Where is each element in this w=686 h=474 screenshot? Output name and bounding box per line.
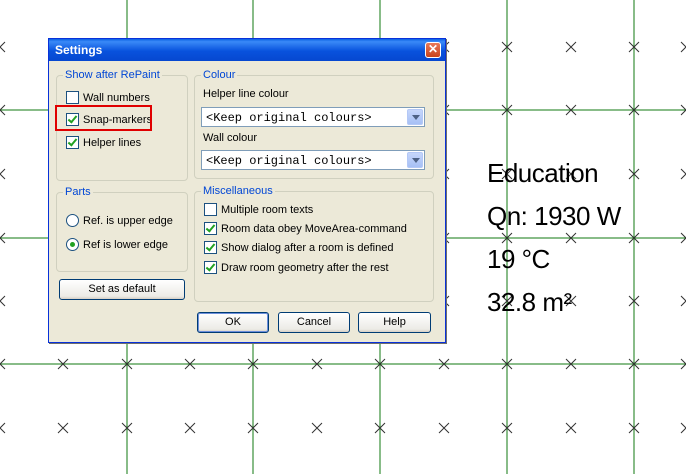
show-dialog-check[interactable]: [204, 241, 217, 254]
x-snap-marker-icon: [0, 41, 6, 53]
settings-dialog: Settings ✕ Show after RePaint Wall numbe…: [48, 38, 446, 343]
x-snap-marker-icon: [311, 422, 323, 434]
dialog-titlebar[interactable]: Settings ✕: [49, 39, 445, 61]
room-load: Qn: 1930 W: [487, 201, 621, 231]
ref-lower-edge-label: Ref is lower edge: [83, 239, 168, 251]
miscellaneous-legend: Miscellaneous: [201, 184, 275, 198]
show-after-repaint-legend: Show after RePaint: [63, 68, 162, 82]
x-snap-marker-icon: [680, 422, 686, 434]
wall-colour-value: <Keep original colours>: [206, 154, 372, 168]
x-snap-marker-icon: [0, 168, 6, 180]
multiple-room-texts-check[interactable]: [204, 203, 217, 216]
multiple-room-texts-checkbox[interactable]: Multiple room texts: [204, 203, 313, 217]
snap-markers-highlight: [55, 105, 152, 131]
room-temperature: 19 °C: [487, 244, 550, 274]
helper-lines-checkbox[interactable]: Helper lines: [66, 136, 141, 150]
room-label: Education Qn: 1930 W 19 °C 32.8 m²: [487, 152, 621, 324]
x-snap-marker-icon: [57, 422, 69, 434]
room-data-obey-checkbox[interactable]: Room data obey MoveArea-command: [204, 222, 407, 236]
help-button[interactable]: Help: [358, 312, 431, 333]
x-snap-marker-icon: [565, 41, 577, 53]
helper-lines-label: Helper lines: [83, 137, 142, 149]
helper-line-colour-label: Helper line colour: [203, 88, 289, 100]
helper-lines-check[interactable]: [66, 136, 79, 149]
ok-button[interactable]: OK: [197, 312, 269, 333]
room-data-obey-label: Room data obey MoveArea-command: [221, 223, 407, 235]
colour-legend: Colour: [201, 68, 238, 82]
wall-colour-select[interactable]: <Keep original colours>: [201, 150, 425, 170]
x-snap-marker-icon: [438, 422, 450, 434]
room-name: Education: [487, 158, 599, 188]
chevron-down-icon[interactable]: [407, 109, 423, 125]
ref-upper-edge-radio-dot[interactable]: [66, 214, 79, 227]
wall-numbers-checkbox[interactable]: Wall numbers: [66, 91, 150, 105]
helper-line-colour-value: <Keep original colours>: [206, 111, 372, 125]
ref-lower-edge-radio[interactable]: Ref is lower edge: [66, 238, 168, 252]
wall-numbers-check[interactable]: [66, 91, 79, 104]
cancel-button[interactable]: Cancel: [278, 312, 350, 333]
ref-upper-edge-label: Ref. is upper edge: [83, 215, 173, 227]
wall-colour-label: Wall colour: [203, 132, 257, 144]
close-icon[interactable]: ✕: [425, 42, 441, 58]
x-snap-marker-icon: [0, 422, 6, 434]
parts-group: Parts: [56, 185, 188, 272]
dialog-title: Settings: [55, 43, 103, 57]
x-snap-marker-icon: [680, 168, 686, 180]
show-dialog-checkbox[interactable]: Show dialog after a room is defined: [204, 241, 393, 255]
draw-room-geometry-label: Draw room geometry after the rest: [221, 262, 389, 274]
set-as-default-button[interactable]: Set as default: [59, 279, 185, 300]
x-snap-marker-icon: [680, 295, 686, 307]
show-dialog-label: Show dialog after a room is defined: [221, 242, 394, 254]
room-data-obey-check[interactable]: [204, 222, 217, 235]
chevron-down-icon[interactable]: [407, 152, 423, 168]
draw-room-geometry-check[interactable]: [204, 261, 217, 274]
x-snap-marker-icon: [184, 422, 196, 434]
multiple-room-texts-label: Multiple room texts: [221, 204, 314, 216]
room-area: 32.8 m²: [487, 287, 572, 317]
parts-legend: Parts: [63, 185, 93, 199]
ref-upper-edge-radio[interactable]: Ref. is upper edge: [66, 214, 173, 228]
x-snap-marker-icon: [565, 422, 577, 434]
ref-lower-edge-radio-dot[interactable]: [66, 238, 79, 251]
x-snap-marker-icon: [0, 295, 6, 307]
x-snap-marker-icon: [680, 41, 686, 53]
helper-line-colour-select[interactable]: <Keep original colours>: [201, 107, 425, 127]
wall-numbers-label: Wall numbers: [83, 92, 150, 104]
draw-room-geometry-checkbox[interactable]: Draw room geometry after the rest: [204, 261, 389, 275]
